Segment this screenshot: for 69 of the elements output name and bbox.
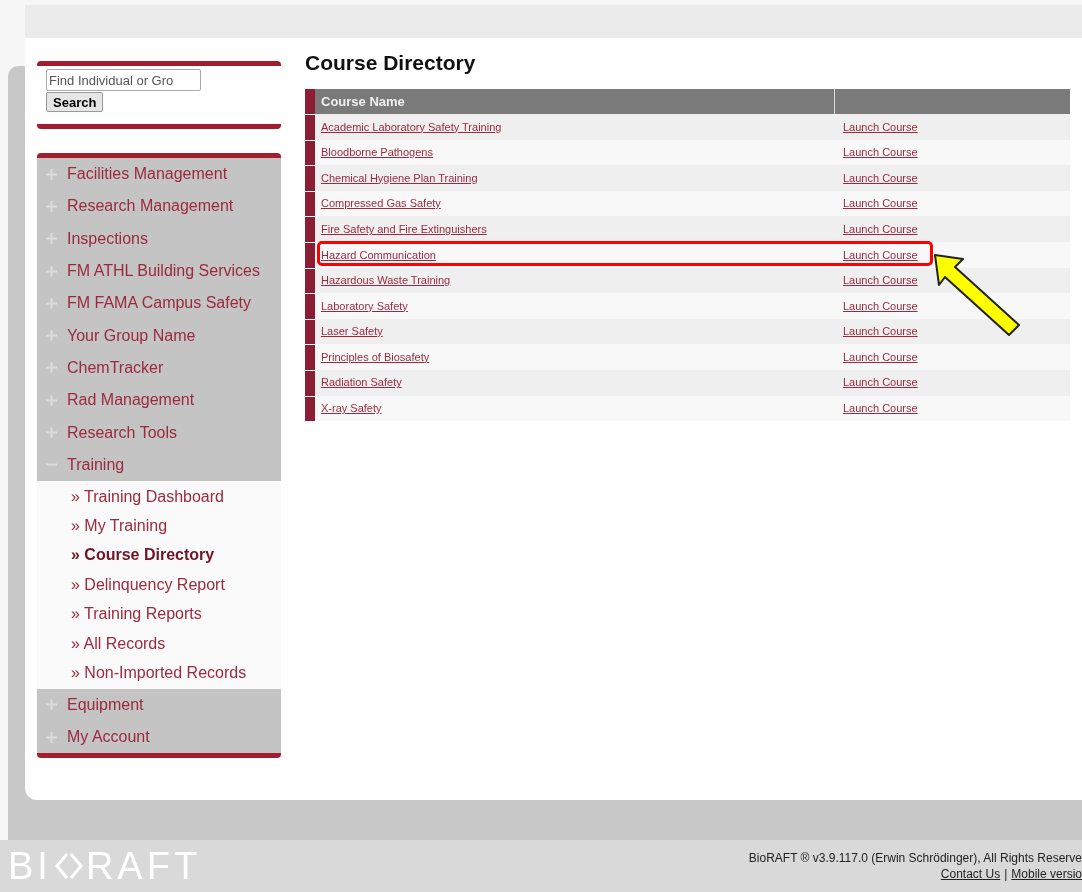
course-link[interactable]: Principles of Biosafety — [321, 348, 430, 366]
course-link[interactable]: Hazardous Waste Training — [321, 272, 451, 289]
page-title: Course Directory — [305, 52, 477, 73]
plus-icon — [46, 731, 57, 743]
launch-course-link[interactable]: Launch Course — [843, 246, 918, 263]
nav-subitem[interactable]: » Course Directory — [37, 540, 281, 571]
nav-group-item[interactable]: Training — [37, 448, 281, 481]
plus-icon — [46, 168, 57, 180]
plus-icon — [46, 200, 57, 212]
separator-text: | — [1004, 866, 1008, 882]
launch-course-link[interactable]: Launch Course — [843, 272, 918, 289]
launch-course-link[interactable]: Launch Course — [843, 400, 918, 417]
row-marker — [305, 369, 315, 396]
plus-icon — [46, 233, 57, 245]
nav-group-item[interactable]: Equipment — [37, 688, 281, 721]
plus-icon — [46, 297, 57, 309]
launch-course-link[interactable]: Launch Course — [843, 118, 918, 136]
course-link[interactable]: X-ray Safety — [321, 400, 382, 417]
nav-group-item[interactable]: Research Tools — [37, 416, 281, 449]
plus-icon — [46, 427, 57, 438]
nav-group-item[interactable]: Inspections — [37, 222, 281, 255]
row-marker — [305, 165, 315, 191]
launch-course-link[interactable]: Launch Course — [843, 323, 918, 340]
plus-icon — [46, 330, 57, 342]
plus-icon — [46, 362, 57, 374]
search-field[interactable]: Find Individual or Gro — [46, 69, 201, 91]
course-link[interactable]: Bloodborne Pathogens — [321, 144, 433, 161]
launch-course-link[interactable]: Launch Course — [843, 144, 918, 161]
copyright-text: BioRAFT ® v3.9.117.0 (Erwin Schrödinger), All Rights Reserve — [748, 850, 1082, 866]
plus-icon — [46, 394, 57, 406]
nav-group-item[interactable]: FM ATHL Building Services — [37, 254, 281, 288]
row-marker — [305, 114, 315, 140]
course-link[interactable]: Academic Laboratory Safety Training — [321, 118, 502, 136]
search-button[interactable]: Search — [46, 92, 104, 112]
row-marker — [305, 216, 315, 242]
launch-course-link[interactable]: Launch Course — [843, 169, 918, 187]
nav-group-item[interactable]: Facilities Management — [37, 158, 281, 191]
launch-course-link[interactable]: Launch Course — [843, 348, 918, 366]
nav-group-item[interactable]: Rad Management — [37, 384, 281, 417]
plus-icon — [46, 699, 57, 711]
launch-course-link[interactable]: Launch Course — [843, 297, 918, 315]
row-marker — [305, 318, 315, 345]
course-link[interactable]: Chemical Hygiene Plan Training — [321, 169, 478, 187]
mobile-version-link[interactable]: Mobile versio — [1011, 866, 1082, 882]
row-marker — [305, 267, 315, 294]
launch-course-link[interactable]: Launch Course — [843, 374, 918, 391]
row-marker — [305, 89, 315, 114]
nav-subitem[interactable]: » Delinquency Report — [37, 570, 281, 600]
nav-group-item[interactable]: FM FAMA Campus Safety — [37, 287, 281, 320]
launch-course-link[interactable]: Launch Course — [843, 195, 918, 212]
course-link[interactable]: Radiation Safety — [321, 374, 402, 391]
nav-subitem[interactable]: » My Training — [37, 511, 281, 541]
nav-subitem[interactable]: » Training Dashboard — [37, 481, 281, 512]
nav-subitem[interactable]: » Training Reports — [37, 599, 281, 629]
nav-group-item[interactable]: My Account — [37, 721, 281, 754]
nav-group-item[interactable]: Research Management — [37, 190, 281, 223]
launch-course-link[interactable]: Launch Course — [843, 220, 918, 238]
nav-subitem[interactable]: » All Records — [37, 628, 281, 659]
arrow-icon — [933, 252, 1023, 337]
nav-group-item[interactable]: Your Group Name — [37, 319, 281, 352]
plus-icon — [46, 265, 57, 277]
contact-link[interactable]: Contact Us — [940, 866, 1001, 882]
course-link[interactable]: Laser Safety — [321, 323, 383, 340]
nav-subitem[interactable]: » Non-Imported Records — [37, 658, 281, 688]
course-link[interactable]: Fire Safety and Fire Extinguishers — [321, 220, 487, 238]
course-link[interactable]: Hazard Communication — [321, 246, 436, 263]
course-link[interactable]: Laboratory Safety — [321, 297, 408, 315]
nav-group-item[interactable]: ChemTracker — [37, 351, 281, 385]
course-link[interactable]: Compressed Gas Safety — [321, 195, 441, 212]
